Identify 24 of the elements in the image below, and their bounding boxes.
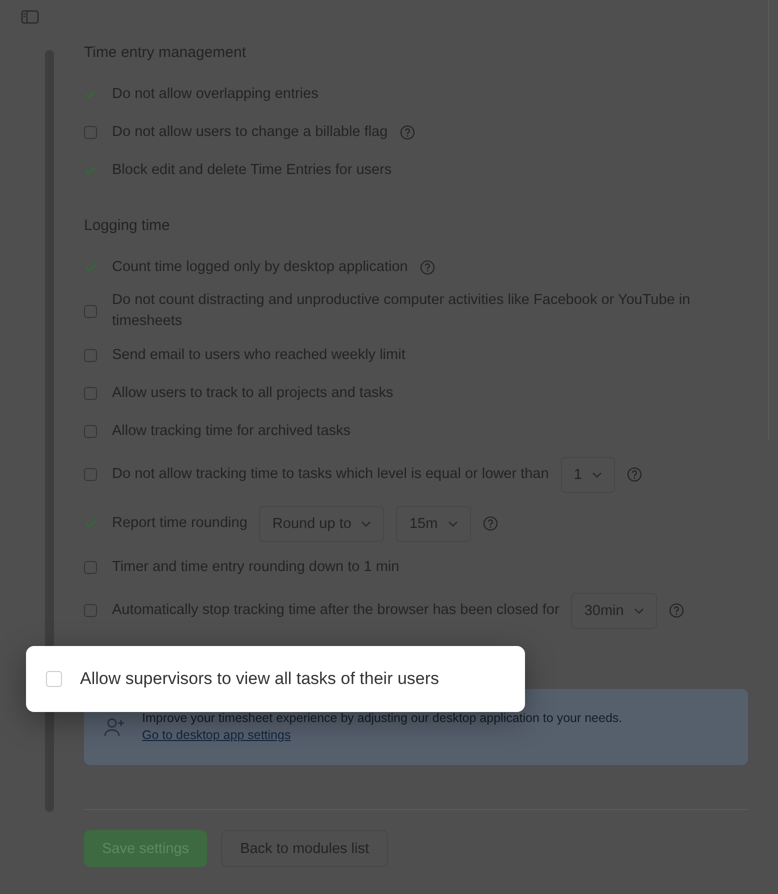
checkbox[interactable] — [84, 126, 97, 138]
checkbox[interactable] — [84, 304, 97, 318]
checkbox[interactable] — [84, 348, 97, 362]
help-icon[interactable] — [626, 467, 642, 482]
chevron-down-icon — [592, 472, 602, 478]
scrollbar[interactable] — [45, 50, 54, 812]
sidebar-toggle-icon[interactable] — [21, 10, 39, 24]
help-icon[interactable] — [668, 603, 684, 618]
checkbox[interactable] — [84, 386, 97, 400]
help-icon[interactable] — [482, 516, 498, 531]
checkbox[interactable] — [84, 604, 97, 617]
help-icon[interactable] — [400, 124, 415, 140]
checkbox[interactable] — [84, 468, 97, 481]
option-label: Allow supervisors to view all tasks of their users — [80, 669, 440, 689]
checkbox[interactable] — [84, 560, 97, 574]
chevron-down-icon — [448, 520, 458, 526]
chevron-down-icon — [361, 520, 372, 526]
chevron-down-icon — [634, 608, 644, 614]
help-icon[interactable] — [420, 260, 435, 274]
user-add-icon — [104, 717, 126, 737]
checkbox[interactable] — [84, 517, 97, 530]
banner-text: Improve your timesheet experience by adjusting our desktop application to your needs. Go to desktop app settings — [142, 710, 622, 744]
checkbox[interactable] — [84, 424, 97, 438]
settings-link[interactable]: Go to desktop app settings — [142, 728, 291, 742]
